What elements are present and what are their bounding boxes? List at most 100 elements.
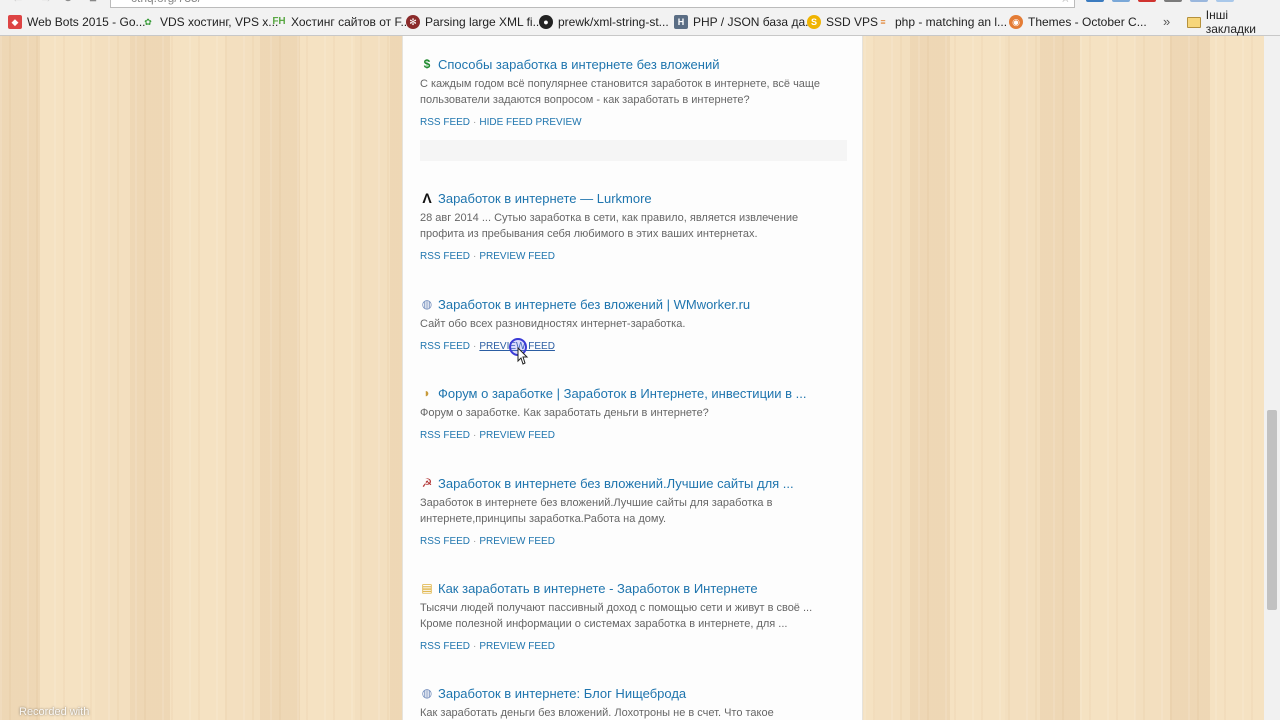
bookmark-star-icon[interactable]: ☆ [1060,0,1071,4]
other-bookmarks-folder[interactable]: Інші закладки [1187,8,1280,36]
list-item: Λ Заработок в интернете — Lurkmore 28 ав… [420,189,848,262]
result-title[interactable]: Как заработать в интернете - Заработок в… [438,581,758,596]
bookmark-label: Themes - October C... [1028,15,1147,29]
extension-icon[interactable] [1164,0,1182,2]
address-bar-row: ← → ↻ ■ cthq.org/735/ ☆ [0,0,1280,8]
description-line: С каждым годом всё популярнее становится… [420,78,820,90]
ssd-icon: S [807,15,821,29]
link-separator: · [473,251,477,262]
result-title-link[interactable]: ☭ Заработок в интернете без вложений.Луч… [420,474,848,492]
coin-icon: ◗ [423,386,431,400]
bookmark-item[interactable]: FH Хостинг сайтов от F... [272,12,410,32]
description-line: 28 авг 2014 ... Сутью заработка в сети, … [420,212,799,224]
bookmark-item[interactable]: ● prewk/xml-string-st... [539,12,669,32]
other-bookmarks-label: Інші закладки [1205,8,1256,36]
result-actions: RSS FEED · PREVIEW FEED [420,430,848,441]
bookmark-label: Web Bots 2015 - Go... [27,15,146,29]
bookmark-item[interactable]: S SSD VPS [807,12,878,32]
result-title-link[interactable]: ◗ Форум о заработке | Заработок в Интерн… [420,384,848,402]
hide-feed-preview-link[interactable]: HIDE FEED PREVIEW [479,117,581,128]
bookmark-item[interactable]: ◆ Web Bots 2015 - Go... [8,12,146,32]
recorder-watermark: Recorded with [19,706,90,718]
result-title[interactable]: Форум о заработке | Заработок в Интернет… [438,386,807,401]
result-title[interactable]: Заработок в интернете — Lurkmore [438,191,652,206]
description-line: Форум о заработке. Как заработать деньги… [420,407,709,419]
result-actions: RSS FEED · HIDE FEED PREVIEW [420,117,848,128]
result-actions: RSS FEED · PREVIEW FEED [420,251,848,262]
dollar-icon: $ [423,57,431,71]
preview-feed-link[interactable]: PREVIEW FEED [479,251,555,262]
bookmarks-bar: ◆ Web Bots 2015 - Go... ✿ VDS хостинг, V… [0,8,1280,36]
extension-icon[interactable] [1138,0,1156,2]
habr-icon: H [674,15,688,29]
result-title[interactable]: Заработок в интернете без вложений | WMw… [438,297,750,312]
link-separator: · [473,341,477,352]
result-title-link[interactable]: Λ Заработок в интернете — Lurkmore [420,189,848,207]
extension-icon[interactable] [1086,0,1104,2]
result-title-link[interactable]: ▤ Как заработать в интернете - Заработок… [420,579,848,597]
result-title-link[interactable]: ◍ Заработок в интернете: Блог Нищеброда [420,684,848,702]
result-description: 28 авг 2014 ... Сутью заработка в сети, … [420,210,848,242]
extension-icon[interactable] [1190,0,1208,2]
mouse-cursor-icon [509,338,529,365]
lambda-icon: Λ [422,190,432,206]
bookmark-item[interactable]: ✿ VDS хостинг, VPS х... [141,12,278,32]
bookmark-label: Parsing large XML fi... [425,15,543,29]
rss-feed-link[interactable]: RSS FEED [420,251,470,262]
globe-icon: ◍ [421,686,433,700]
extension-icon[interactable] [1216,0,1234,2]
bookmark-item[interactable]: ◉ Themes - October C... [1009,12,1147,32]
gear-icon: ✻ [406,15,420,29]
bookmark-item[interactable]: ✻ Parsing large XML fi... [406,12,543,32]
more-bookmarks-chevron[interactable]: » [1163,12,1170,32]
address-bar[interactable]: cthq.org/735/ [110,0,1075,8]
description-line: пользователи задаются вопросом - как зар… [420,94,750,106]
description-line: Тысячи людей получают пассивный доход с … [420,602,813,614]
list-item: ◍ Заработок в интернете: Блог Нищеброда … [420,684,848,720]
back-icon[interactable]: ← [10,0,26,4]
result-description: Форум о заработке. Как заработать деньги… [420,405,848,421]
fh-icon: FH [272,16,286,27]
page-info-icon[interactable]: ■ [85,0,101,4]
page-scrollbar[interactable] [1264,36,1280,720]
globe-icon: ◍ [421,297,433,311]
preview-feed-link[interactable]: PREVIEW FEED [479,536,555,547]
rss-feed-link[interactable]: RSS FEED [420,341,470,352]
forward-icon[interactable]: → [38,0,54,4]
rss-feed-link[interactable]: RSS FEED [420,117,470,128]
google-icon: ◆ [8,15,22,29]
preview-feed-link[interactable]: PREVIEW FEED [479,430,555,441]
feed-preview-panel [420,140,847,161]
folder-icon [1187,16,1201,28]
bookmark-label: SSD VPS [826,15,879,29]
result-title[interactable]: Способы заработка в интернете без вложен… [438,57,719,72]
result-title[interactable]: Заработок в интернете без вложений.Лучши… [438,476,794,491]
result-title-link[interactable]: $ Способы заработка в интернете без влож… [420,55,848,73]
rss-feed-link[interactable]: RSS FEED [420,641,470,652]
bookmark-item[interactable]: ≡ php - matching an l... [876,12,1007,32]
result-title[interactable]: Заработок в интернете: Блог Нищеброда [438,686,686,701]
list-item: ▤ Как заработать в интернете - Заработок… [420,579,848,653]
result-actions: RSS FEED · PREVIEW FEED [420,641,848,652]
result-title-link[interactable]: ◍ Заработок в интернете без вложений | W… [420,295,848,313]
preview-feed-link[interactable]: PREVIEW FEED [479,641,555,652]
list-item: ☭ Заработок в интернете без вложений.Луч… [420,474,848,548]
list-item: ◗ Форум о заработке | Заработок в Интерн… [420,384,848,442]
link-separator: · [473,536,477,547]
extension-icon[interactable] [1112,0,1130,2]
description-line: профита из пребывания себя любимого в эт… [420,228,758,240]
result-description: Заработок в интернете без вложений.Лучши… [420,495,848,527]
hammer-sickle-icon: ☭ [421,476,433,490]
link-separator: · [473,430,477,441]
result-description: Тысячи людей получают пассивный доход с … [420,600,848,632]
rss-feed-link[interactable]: RSS FEED [420,430,470,441]
scrollbar-thumb[interactable] [1267,410,1277,610]
rss-feed-link[interactable]: RSS FEED [420,536,470,547]
result-actions: RSS FEED · PREVIEW FEED [420,536,848,547]
result-description: Как заработать деньги без вложений. Лохо… [420,705,848,720]
bookmark-label: VDS хостинг, VPS х... [160,15,279,29]
list-item: $ Способы заработка в интернете без влож… [420,55,848,129]
bookmark-item[interactable]: H PHP / JSON база да... [674,12,815,32]
github-icon: ● [539,15,553,29]
reload-icon[interactable]: ↻ [60,0,76,4]
